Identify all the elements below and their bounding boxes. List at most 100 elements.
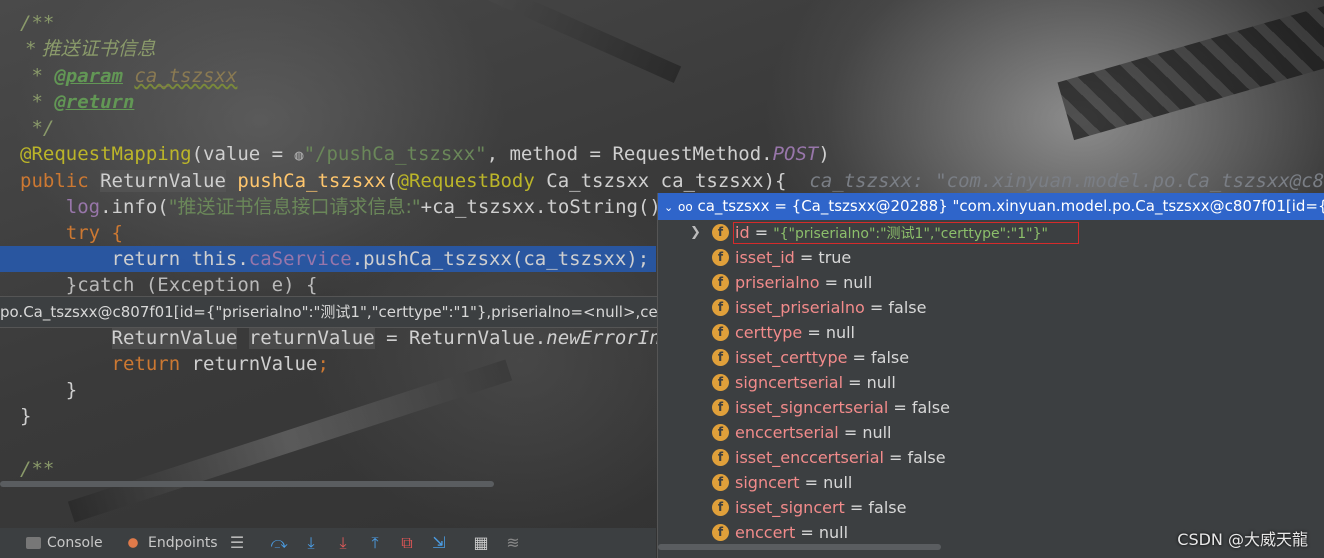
variable-name: returnValue — [191, 353, 318, 375]
variable-field-row[interactable]: f isset_certtype = false — [658, 345, 1324, 370]
force-step-into-icon[interactable]: ⤓ — [334, 533, 352, 553]
value-tooltip[interactable]: po.Ca_tszsxx@c807f01[id={"priserialno":"… — [0, 296, 660, 328]
code-line: } — [20, 403, 31, 429]
field-name: signcertserial — [735, 373, 844, 392]
menu-icon[interactable]: ☰ — [228, 533, 246, 553]
code-line: log.info("推送证书信息接口请求信息:"+ca_tszsxx.toStr… — [20, 194, 673, 220]
field-entry: isset_enccertserial = false — [735, 445, 946, 470]
return-type: ReturnValue — [100, 170, 226, 192]
field-name: isset_id — [735, 248, 795, 267]
code-line: try { — [20, 220, 123, 246]
variable-root-row[interactable]: ⌄ oo ca_tszsxx = {Ca_tszsxx@20288} "com.… — [658, 193, 1324, 220]
evaluate-expression-icon[interactable]: ▦ — [472, 533, 490, 553]
chevron-down-icon[interactable]: ⌄ — [664, 201, 673, 214]
method-name: pushCa_tszsxx — [237, 170, 387, 192]
field-name: signcert — [735, 473, 800, 492]
field-entry: signcertserial = null — [735, 370, 896, 395]
field-name: isset_enccertserial — [735, 448, 884, 467]
chevron-right-icon[interactable]: ❯ — [690, 220, 701, 245]
variable-field-row[interactable]: f certtype = null — [658, 320, 1324, 345]
field-value: false — [868, 498, 907, 517]
step-over-icon[interactable]: ⤼ — [270, 533, 288, 553]
code-line: /** — [20, 456, 54, 482]
editor-horizontal-scrollbar[interactable] — [0, 481, 494, 487]
enum-constant: POST — [772, 143, 819, 165]
field-value: null — [843, 273, 873, 292]
code-line: /** — [20, 10, 54, 36]
endpoints-icon — [124, 534, 142, 552]
field-value: false — [907, 448, 946, 467]
variable-name: returnValue — [248, 327, 375, 349]
variable-field-row[interactable]: f priserialno = null — [658, 270, 1324, 295]
tooltip-text: po.Ca_tszsxx@c807f01[id={"priserialno":"… — [0, 303, 660, 321]
field-value: null — [866, 373, 896, 392]
current-execution-line[interactable]: return this.caService.pushCa_tszsxx(ca_t… — [0, 246, 695, 272]
field-badge-icon: f — [712, 399, 729, 416]
field-equals: = — [843, 373, 867, 392]
variable-field-row[interactable]: f isset_enccertserial = false — [658, 445, 1324, 470]
comment-text: */ — [20, 117, 55, 139]
debugger-variables-panel[interactable]: ⌄ oo ca_tszsxx = {Ca_tszsxx@20288} "com.… — [657, 193, 1324, 558]
field-equals: = — [847, 348, 872, 367]
variable-field-row[interactable]: f enccertserial = null — [658, 420, 1324, 445]
field-entry: isset_signcert = false — [735, 495, 906, 520]
code-text: (value = — [191, 143, 295, 165]
step-into-icon[interactable]: ⤓ — [302, 533, 320, 553]
variable-field-list: ❯ f id = "{"priserialno":"测试1","certtype":… — [658, 220, 1324, 545]
keyword: return — [20, 353, 192, 375]
code-text: }catch (Exception e) { — [20, 274, 318, 296]
field-value: false — [911, 398, 950, 417]
field-equals: = — [819, 273, 844, 292]
url-string[interactable]: "/pushCa_tszsxx" — [304, 143, 487, 165]
endpoints-tab-label: Endpoints — [148, 535, 218, 551]
comment-text: * 推送证书信息 — [20, 38, 156, 60]
field-entry: enccertserial = null — [735, 420, 891, 445]
field-entry: enccert = null — [735, 520, 848, 545]
trace-icon[interactable]: ≋ — [504, 533, 522, 553]
field-name: priserialno — [735, 273, 820, 292]
field-name: certtype — [735, 323, 803, 342]
field-value: true — [818, 248, 852, 267]
variable-field-row[interactable]: f signcert = null — [658, 470, 1324, 495]
code-text: Ca_tszsxx ca_tszsxx){ — [534, 170, 787, 192]
code-text: ; — [317, 353, 329, 375]
step-out-icon[interactable]: ⤒ — [366, 533, 384, 553]
code-text: +ca_tszsxx.toString()) — [420, 196, 673, 218]
field-entry: isset_id = true — [735, 245, 851, 270]
field-name: enccert — [735, 523, 796, 542]
field-value: null — [823, 473, 853, 492]
comment-text: * — [20, 65, 55, 87]
panel-horizontal-scrollbar[interactable] — [658, 544, 941, 550]
field-badge-icon: f — [712, 424, 729, 441]
field-badge-icon: f — [712, 324, 729, 341]
code-text: .pushCa_tszsxx(ca_tszsxx); — [351, 248, 650, 270]
field-name: isset_signcertserial — [735, 398, 889, 417]
console-tab[interactable]: Console — [26, 528, 103, 558]
comment-text: /** — [20, 458, 55, 480]
field-entry: isset_signcertserial = false — [735, 395, 950, 420]
variable-field-row[interactable]: f isset_priserialno = false — [658, 295, 1324, 320]
variable-field-row[interactable]: f signcertserial = null — [658, 370, 1324, 395]
code-text: = ReturnValue. — [374, 327, 547, 349]
endpoints-tab[interactable]: Endpoints — [124, 528, 218, 558]
run-to-cursor-icon[interactable]: ⇲ — [430, 533, 448, 553]
log-string: "推送证书信息接口请求信息:" — [168, 196, 421, 218]
drop-frame-icon[interactable]: ⧉ — [398, 533, 416, 553]
variable-field-row[interactable]: f isset_signcert = false — [658, 495, 1324, 520]
field-entry: signcert = null — [735, 470, 852, 495]
field-badge-icon: f — [712, 274, 729, 291]
variable-root-label: ca_tszsxx = {Ca_tszsxx@20288} "com.xinyu… — [697, 197, 1324, 215]
code-text: } — [20, 405, 32, 427]
keyword: public — [20, 170, 101, 192]
debug-toolbar: Console Endpoints ☰ ⤼ ⤓ ⤓ ⤒ ⧉ ⇲ ▦ ≋ — [0, 528, 656, 558]
variable-field-row[interactable]: ❯ f id = "{"priserialno":"测试1","certtype":… — [658, 220, 1324, 245]
field-name: isset_certtype — [735, 348, 848, 367]
field-entry: certtype = null — [735, 320, 855, 345]
variable-field-row[interactable]: f isset_signcertserial = false — [658, 395, 1324, 420]
variable-field-row[interactable]: f isset_id = true — [658, 245, 1324, 270]
field-entry: priserialno = null — [735, 270, 872, 295]
globe-icon[interactable]: ◍ — [295, 146, 304, 164]
